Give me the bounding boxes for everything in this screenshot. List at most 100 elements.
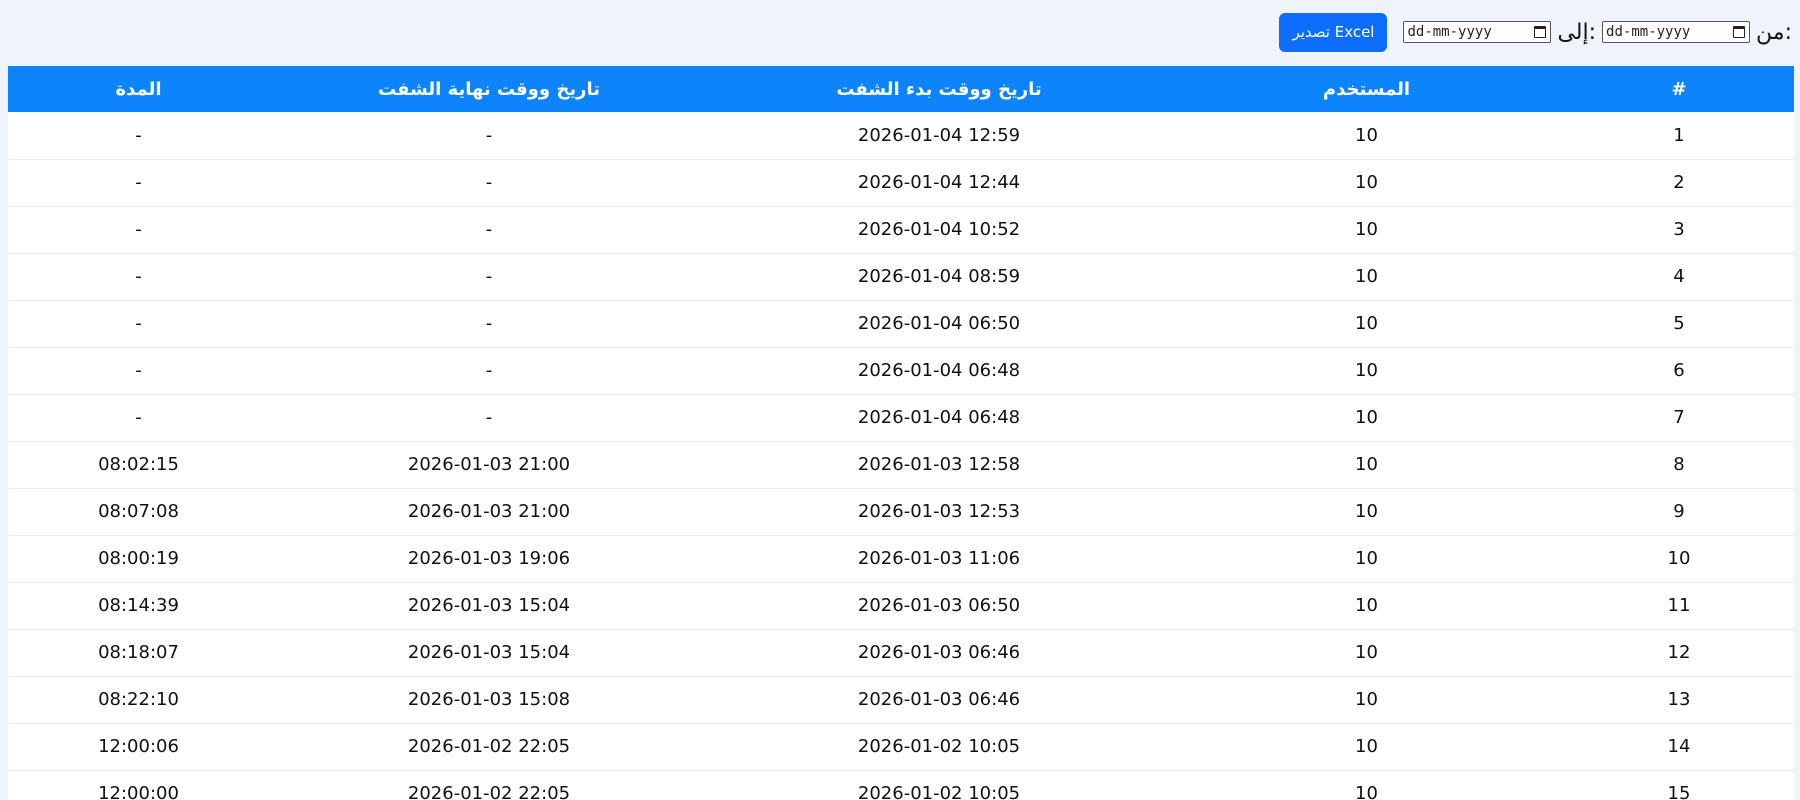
cell-duration: - [135,219,142,240]
cell-shift-start: 2026-01-03 06:46 [857,642,1021,663]
cell-shift-start: 2026-01-04 06:48 [857,407,1021,428]
cell-shift-end: 2026-01-03 21:00 [407,501,571,522]
cell-index: 4 [1673,266,1685,287]
cell-index: 2 [1673,172,1685,193]
cell-user: 10 [1355,313,1378,334]
table-row[interactable]: 10 10 2026-01-03 11:06 2026-01-03 19:06 08:0… [8,535,1794,582]
cell-shift-start: 2026-01-04 06:50 [857,313,1021,334]
header-user[interactable]: المستخدم [1169,66,1564,112]
cell-duration: 12:00:06 [98,736,179,757]
cell-shift-start: 2026-01-04 06:48 [857,360,1021,381]
cell-duration: 08:00:19 [98,548,179,569]
table-row[interactable]: 15 10 2026-01-02 10:05 2026-01-02 22:05 12:0… [8,770,1794,800]
table-row[interactable]: 13 10 2026-01-03 06:46 2026-01-03 15:08 08:2… [8,676,1794,723]
cell-shift-end: 2026-01-03 15:04 [407,642,571,663]
table-row[interactable]: 3 10 2026-01-04 10:52 - - [8,206,1794,253]
cell-index: 15 [1667,783,1691,800]
cell-duration: 08:22:10 [98,689,179,710]
cell-duration: - [135,313,142,334]
to-date-placeholder: dd-mm-yyyy [1407,24,1492,40]
table-row[interactable]: 14 10 2026-01-02 10:05 2026-01-02 22:05 12:0… [8,723,1794,770]
header-duration[interactable]: المدة [8,66,269,112]
table-header-row: # المستخدم تاريخ ووقت بدء الشفت تاريخ وو… [8,66,1794,112]
cell-shift-start: 2026-01-04 08:59 [857,266,1021,287]
date-filter-toolbar: من: dd-mm-yyyy إلى: dd-mm-yyyy تصدير Exc… [1279,12,1792,52]
cell-shift-end: - [485,172,493,193]
cell-shift-start: 2026-01-03 12:58 [857,454,1021,475]
table-row[interactable]: 1 10 2026-01-04 12:59 - - [8,112,1794,159]
cell-duration: - [135,266,142,287]
cell-duration: 08:07:08 [98,501,179,522]
cell-user: 10 [1355,407,1378,428]
table-row[interactable]: 12 10 2026-01-03 06:46 2026-01-03 15:04 08:1… [8,629,1794,676]
from-label: من: [1756,19,1792,45]
header-shift-start[interactable]: تاريخ ووقت بدء الشفت [709,66,1169,112]
cell-shift-end: - [485,407,493,428]
cell-duration: 12:00:00 [98,783,179,800]
cell-shift-end: 2026-01-03 19:06 [407,548,571,569]
cell-index: 8 [1673,454,1685,475]
shifts-table-container: # المستخدم تاريخ ووقت بدء الشفت تاريخ وو… [8,66,1794,800]
cell-user: 10 [1355,595,1378,616]
cell-shift-end: - [485,313,493,334]
cell-shift-end: 2026-01-03 15:08 [407,689,571,710]
cell-user: 10 [1355,172,1378,193]
cell-duration: 08:18:07 [98,642,179,663]
cell-index: 1 [1673,124,1685,146]
cell-duration: - [135,124,142,146]
table-row[interactable]: 5 10 2026-01-04 06:50 - - [8,300,1794,347]
cell-user: 10 [1355,501,1378,522]
cell-index: 13 [1667,689,1691,710]
cell-index: 12 [1667,642,1691,663]
table-row[interactable]: 4 10 2026-01-04 08:59 - - [8,253,1794,300]
header-index[interactable]: # [1564,66,1794,112]
cell-user: 10 [1355,219,1378,240]
cell-duration: 08:02:15 [98,454,179,475]
cell-index: 10 [1667,548,1691,569]
cell-duration: - [135,407,142,428]
calendar-icon[interactable] [1534,26,1547,38]
table-row[interactable]: 8 10 2026-01-03 12:58 2026-01-03 21:00 08:02… [8,441,1794,488]
to-label: إلى: [1557,19,1597,45]
export-excel-button[interactable]: تصدير Excel [1279,12,1388,52]
table-row[interactable]: 2 10 2026-01-04 12:44 - - [8,159,1794,206]
cell-user: 10 [1355,689,1378,710]
cell-duration: - [135,172,142,193]
cell-user: 10 [1355,360,1378,381]
table-row[interactable]: 7 10 2026-01-04 06:48 - - [8,394,1794,441]
cell-index: 7 [1673,407,1685,428]
cell-duration: 08:14:39 [98,595,179,616]
cell-user: 10 [1355,124,1378,146]
cell-shift-end: - [485,360,493,381]
cell-user: 10 [1355,783,1378,800]
cell-shift-end: - [485,124,493,146]
shifts-table: # المستخدم تاريخ ووقت بدء الشفت تاريخ وو… [8,66,1794,800]
cell-index: 5 [1673,313,1685,334]
cell-shift-end: - [485,219,493,240]
cell-shift-end: 2026-01-02 22:05 [407,783,571,800]
cell-shift-start: 2026-01-03 06:50 [857,595,1021,616]
from-date-input[interactable]: dd-mm-yyyy [1602,21,1751,43]
to-date-input[interactable]: dd-mm-yyyy [1403,21,1552,43]
cell-user: 10 [1355,642,1378,663]
cell-duration: - [135,360,142,381]
cell-shift-start: 2026-01-02 10:05 [857,783,1021,800]
cell-index: 3 [1673,219,1685,240]
cell-shift-start: 2026-01-04 12:44 [857,172,1021,193]
cell-index: 6 [1673,360,1685,381]
cell-shift-start: 2026-01-03 12:53 [857,501,1021,522]
table-row[interactable]: 11 10 2026-01-03 06:50 2026-01-03 15:04 08:1… [8,582,1794,629]
table-row[interactable]: 9 10 2026-01-03 12:53 2026-01-03 21:00 08:07… [8,488,1794,535]
cell-user: 10 [1355,454,1378,475]
cell-shift-end: 2026-01-02 22:05 [407,736,571,757]
cell-shift-start: 2026-01-04 10:52 [857,219,1021,240]
calendar-icon[interactable] [1733,26,1746,38]
cell-shift-start: 2026-01-03 06:46 [857,689,1021,710]
table-row[interactable]: 6 10 2026-01-04 06:48 - - [8,347,1794,394]
cell-shift-start: 2026-01-04 12:59 [857,124,1021,146]
cell-shift-end: 2026-01-03 15:04 [407,595,571,616]
cell-shift-end: - [485,266,493,287]
header-shift-end[interactable]: تاريخ ووقت نهاية الشفت [269,66,709,112]
cell-index: 11 [1667,595,1691,616]
cell-index: 14 [1667,736,1691,757]
